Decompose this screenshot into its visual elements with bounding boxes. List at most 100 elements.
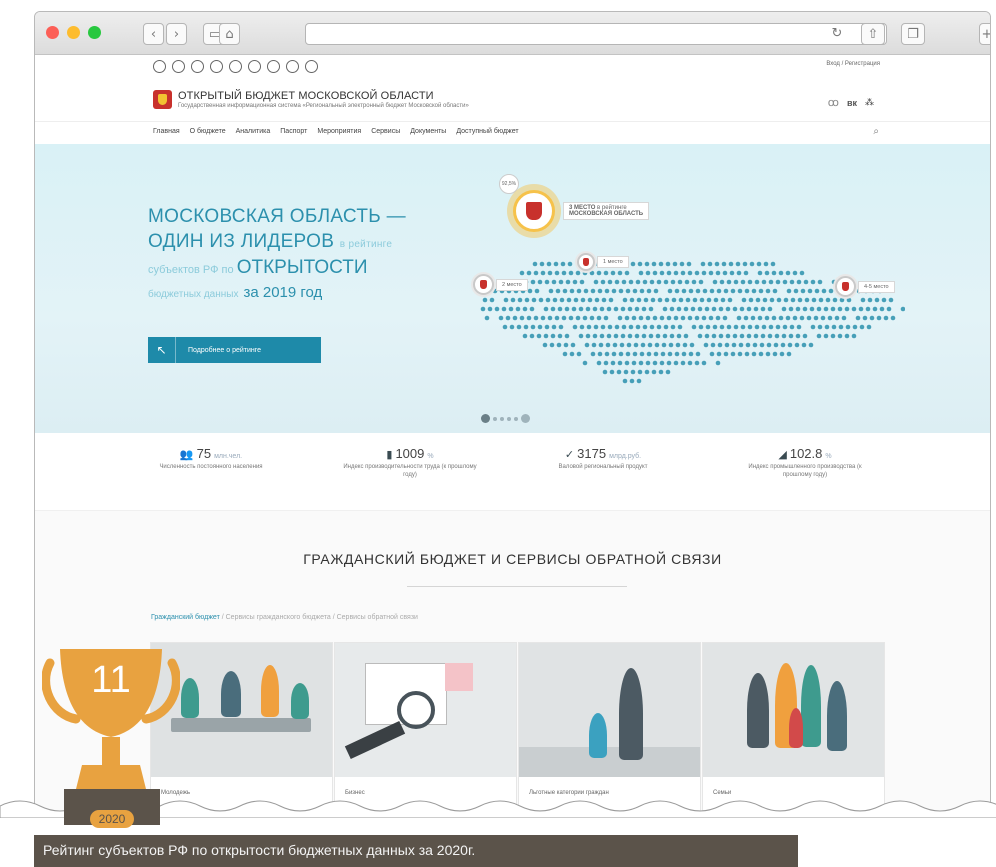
section-title: ГРАЖДАНСКИЙ БЮДЖЕТ И СЕРВИСЫ ОБРАТНОЙ СВ… — [303, 551, 722, 567]
place-4-5-pin[interactable]: 4-5 место — [835, 276, 895, 297]
nav-item-events[interactable]: Мероприятия — [317, 128, 361, 135]
stat-label: Индекс промышленного производства (к про… — [748, 464, 862, 478]
carousel-stop-icon[interactable] — [521, 414, 530, 423]
trophy-number: 11 — [91, 659, 131, 701]
hero-line-4-small: бюджетных данных — [148, 289, 239, 300]
maximize-window-button[interactable] — [88, 26, 101, 39]
folder-icon[interactable] — [286, 60, 299, 73]
people-icon: 👥 — [179, 448, 194, 461]
stat-label: Индекс производительности труда (к прошл… — [343, 464, 477, 478]
trophy-badge: 11 2020 — [41, 645, 181, 828]
hero-headline: МОСКОВСКАЯ ОБЛАСТЬ — ОДИН ИЗ ЛИДЕРОВ в р… — [148, 204, 406, 307]
hero-line-2-small: в рейтинге — [339, 239, 393, 250]
breadcrumb-item[interactable]: Сервисы гражданского бюджета — [226, 614, 331, 621]
moscow-region-emblem-icon — [513, 190, 555, 232]
checkmark-icon: ✓ — [564, 448, 575, 461]
stat-unit: % — [825, 453, 832, 460]
stat-industrial[interactable]: ◢ 102.8% Индекс промышленного производств… — [735, 446, 875, 479]
business-illustration — [335, 643, 516, 777]
back-icon[interactable]: ‹ — [143, 23, 164, 45]
carousel-dot[interactable] — [514, 416, 518, 421]
caption-banner: Рейтинг субъектов РФ по открытости бюдже… — [34, 835, 798, 867]
card-business[interactable]: Бизнес — [334, 642, 517, 811]
place-2-pin[interactable]: 2 место — [473, 274, 528, 295]
bar-chart-icon: ▮ — [386, 448, 393, 461]
carousel-pager — [481, 414, 530, 423]
carousel-dot[interactable] — [493, 416, 497, 421]
stat-label: Численность постоянного населения — [159, 464, 263, 470]
place-2-emblem-icon — [473, 274, 494, 295]
utility-icons — [153, 60, 318, 73]
stat-population[interactable]: 👥 75 млн.чел. Численность постоянного насе… — [141, 446, 281, 471]
place-1-label: 1 место — [597, 256, 629, 268]
stat-value: 3175 — [577, 446, 607, 461]
close-window-button[interactable] — [46, 26, 59, 39]
nav-item-services[interactable]: Сервисы — [371, 128, 400, 135]
stat-value: 75 — [196, 446, 212, 461]
card-privileged-citizens[interactable]: Льготные категории граждан — [518, 642, 701, 811]
stat-unit: % — [427, 453, 434, 460]
calendar-icon[interactable] — [172, 60, 185, 73]
carousel-play-icon[interactable] — [481, 414, 490, 423]
carousel-dot[interactable] — [500, 416, 504, 421]
trophy-year: 2020 — [90, 810, 134, 828]
reload-icon[interactable]: ↻ — [829, 23, 845, 43]
section-divider — [407, 586, 627, 587]
nav-item-analytics[interactable]: Аналитика — [236, 128, 271, 135]
site-subtitle: Государственная информационная система «… — [178, 103, 469, 109]
nav-item-about-budget[interactable]: О бюджете — [190, 128, 226, 135]
stat-unit: млн.чел. — [214, 453, 243, 460]
address-bar[interactable] — [305, 23, 887, 45]
cursor-click-icon: ↖ — [148, 337, 176, 363]
rating-details-label: Подробнее о рейтинге — [188, 346, 262, 354]
hero-line-3: ОТКРЫТОСТИ — [236, 257, 368, 278]
site-title: ОТКРЫТЫЙ БЮДЖЕТ МОСКОВСКОЙ ОБЛАСТИ — [178, 90, 434, 102]
card-families[interactable]: Семьи — [702, 642, 885, 811]
vk-icon[interactable]: вк — [847, 98, 857, 108]
globe-icon[interactable] — [191, 60, 204, 73]
nav-item-accessible-budget[interactable]: Доступный бюджет — [456, 128, 518, 135]
rating-details-button[interactable]: ↖ Подробнее о рейтинге — [148, 337, 321, 363]
breadcrumb-item[interactable]: Гражданский бюджет — [151, 614, 220, 621]
tabs-icon[interactable]: ❐ — [901, 23, 925, 45]
stat-productivity[interactable]: ▮ 1009% Индекс производительности труда (… — [340, 446, 480, 479]
place-1-pin[interactable]: 1 место — [577, 253, 629, 271]
sitemap-icon[interactable]: ⁂ — [865, 97, 874, 108]
new-tab-icon[interactable]: + — [979, 23, 990, 45]
home-icon[interactable]: ⌂ — [219, 23, 240, 45]
elderly-illustration — [519, 643, 700, 777]
hero-line-2: ОДИН ИЗ ЛИДЕРОВ — [148, 231, 335, 252]
share-icon[interactable]: ⇧ — [861, 23, 885, 45]
utility-bar: Вход / Регистрация — [35, 55, 990, 81]
coat-of-arms-icon — [153, 90, 172, 109]
stat-grp[interactable]: ✓ 3175 млрд.руб. Валовой региональный прод… — [533, 446, 673, 471]
nav-item-documents[interactable]: Документы — [410, 128, 446, 135]
login-link[interactable]: Вход / Регистрация — [826, 61, 880, 67]
mail-icon[interactable] — [210, 60, 223, 73]
carousel-dot[interactable] — [507, 416, 511, 421]
info-icon[interactable] — [153, 60, 166, 73]
map-icon[interactable] — [248, 60, 261, 73]
site-logo[interactable]: ОТКРЫТЫЙ БЮДЖЕТ МОСКОВСКОЙ ОБЛАСТИ Госуд… — [153, 90, 469, 109]
caption-text: Рейтинг субъектов РФ по открытости бюдже… — [43, 842, 476, 858]
search-icon[interactable]: ⌕ — [873, 126, 879, 137]
area-chart-icon: ◢ — [778, 448, 787, 461]
russia-dot-map — [480, 261, 905, 384]
service-cards: Молодежь Бизнес Льготные категории гражд… — [150, 642, 885, 811]
family-illustration — [703, 643, 884, 777]
nav-item-home[interactable]: Главная — [153, 128, 180, 135]
moscow-region-pin[interactable]: 3 МЕСТО в рейтинге МОСКОВСКАЯ ОБЛАСТЬ — [513, 190, 650, 232]
place-2-label: 2 место — [496, 278, 528, 291]
exchange-icon[interactable] — [229, 60, 242, 73]
minimize-window-button[interactable] — [67, 26, 80, 39]
forward-icon[interactable]: › — [166, 23, 187, 45]
nav-item-passport[interactable]: Паспорт — [280, 128, 307, 135]
chart-icon[interactable] — [267, 60, 280, 73]
indicators-bar: 👥 75 млн.чел. Численность постоянного насе… — [35, 434, 990, 511]
hero-year: за 2019 год — [243, 284, 323, 301]
grid-icon[interactable] — [305, 60, 318, 73]
stat-label: Валовой региональный продукт — [558, 464, 648, 470]
accessibility-glasses-icon[interactable]: ꝏ — [828, 96, 839, 109]
hero-banner: МОСКОВСКАЯ ОБЛАСТЬ — ОДИН ИЗ ЛИДЕРОВ в р… — [35, 144, 990, 433]
breadcrumb-item: Сервисы обратной связи — [336, 614, 418, 621]
